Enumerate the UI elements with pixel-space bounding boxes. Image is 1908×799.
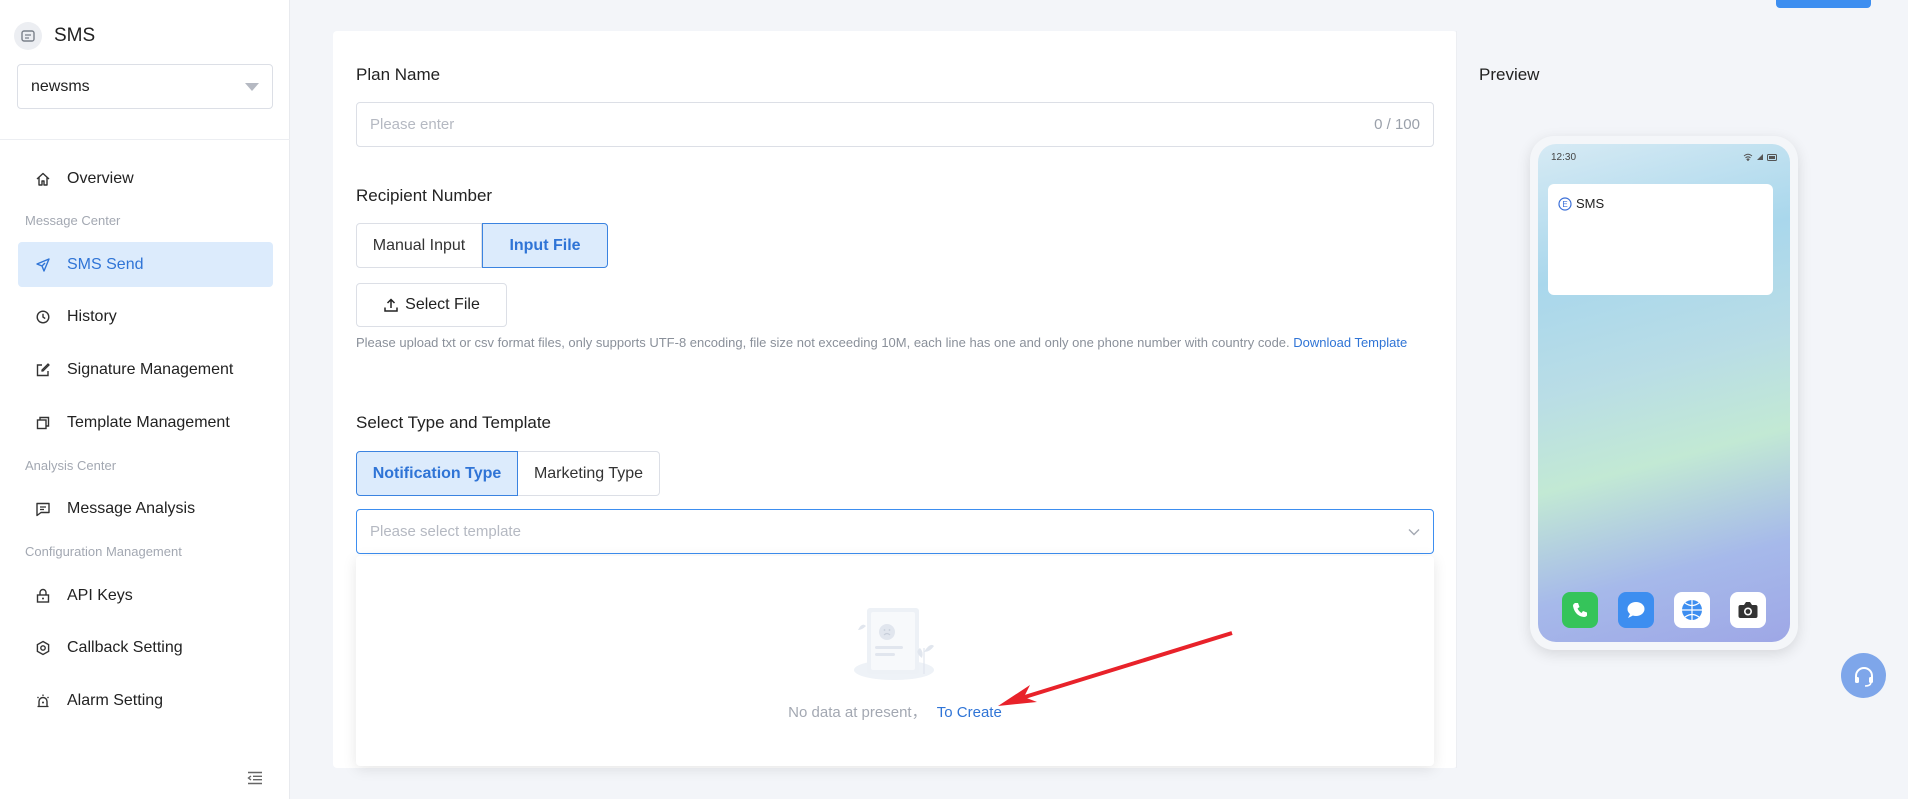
chevron-down-icon [1408, 528, 1420, 535]
sidebar-item-label: Overview [67, 169, 134, 187]
upload-hint-text: Please upload txt or csv format files, o… [356, 335, 1290, 350]
message-preview-header: E SMS [1558, 196, 1604, 211]
sidebar-item-label: Callback Setting [67, 638, 183, 656]
home-icon [36, 172, 50, 186]
select-file-button[interactable]: Select File [356, 283, 507, 327]
copy-icon [36, 416, 50, 429]
input-file-tab[interactable]: Input File [482, 223, 608, 268]
recipient-mode-toggle: Manual Input Input File [356, 223, 608, 268]
wifi-icon [1743, 153, 1753, 161]
brand: SMS [14, 22, 95, 50]
caret-down-icon [245, 82, 259, 91]
sidebar-divider [0, 139, 290, 140]
phone-preview: 12:30 E SMS [1530, 136, 1798, 650]
sidebar-item-api-keys[interactable]: API Keys [18, 573, 273, 618]
phone-dock [1538, 592, 1790, 628]
sidebar-item-history[interactable]: History [18, 294, 273, 339]
sender-badge-icon: E [1558, 196, 1572, 211]
sidebar-item-message-analysis[interactable]: Message Analysis [18, 486, 273, 531]
template-type-toggle: Notification Type Marketing Type [356, 451, 660, 496]
customer-support-button[interactable] [1841, 653, 1886, 698]
plan-name-label: Plan Name [356, 65, 441, 84]
sidebar: SMS newsms Overview Message Center SMS S… [0, 0, 290, 799]
settings-hexagon-icon [36, 640, 50, 655]
camera-app-icon [1730, 592, 1766, 628]
edit-icon [36, 362, 50, 376]
battery-icon [1767, 153, 1777, 161]
empty-state: No data at present， To Create [356, 701, 1434, 722]
section-configuration-management: Configuration Management [25, 544, 182, 559]
sidebar-item-template[interactable]: Template Management [18, 400, 273, 445]
sidebar-item-callback[interactable]: Callback Setting [18, 625, 273, 670]
workspace-select[interactable]: newsms [17, 64, 273, 109]
download-template-link[interactable]: Download Template [1293, 335, 1407, 350]
upload-icon [384, 298, 398, 312]
section-message-center: Message Center [25, 213, 121, 228]
brand-title: SMS [54, 25, 96, 46]
status-time: 12:30 [1551, 152, 1577, 163]
sidebar-item-label: Template Management [67, 413, 230, 431]
messages-app-icon [1618, 592, 1654, 628]
notification-type-tab[interactable]: Notification Type [356, 451, 518, 496]
browser-app-icon [1674, 592, 1710, 628]
template-dropdown: No data at present， To Create [356, 556, 1434, 766]
select-file-label: Select File [405, 296, 480, 313]
marketing-type-tab[interactable]: Marketing Type [518, 451, 660, 496]
history-icon [36, 309, 50, 324]
top-action-button[interactable] [1776, 0, 1871, 8]
svg-text:E: E [1562, 200, 1567, 209]
template-select[interactable]: Please select template [356, 509, 1434, 554]
sidebar-item-label: SMS Send [67, 255, 144, 273]
sidebar-item-label: Signature Management [67, 360, 234, 378]
to-create-link[interactable]: To Create [937, 704, 1002, 721]
phone-app-icon [1562, 592, 1598, 628]
template-select-placeholder: Please select template [370, 523, 521, 540]
empty-document-icon [854, 608, 934, 680]
signal-icon [1757, 154, 1763, 160]
sidebar-item-alarm[interactable]: Alarm Setting [18, 678, 273, 723]
sidebar-item-label: History [67, 307, 117, 325]
send-icon [36, 257, 50, 272]
workspace-select-value: newsms [31, 77, 90, 95]
sms-logo-icon [14, 22, 42, 50]
message-preview-card: E SMS [1548, 184, 1773, 295]
preview-title: Preview [1479, 65, 1540, 84]
upload-hint: Please upload txt or csv format files, o… [356, 331, 1416, 354]
plan-name-input[interactable]: Please enter 0 / 100 [356, 102, 1434, 147]
sidebar-item-sms-send[interactable]: SMS Send [18, 242, 273, 287]
collapse-sidebar-icon[interactable] [247, 771, 263, 785]
lock-icon [36, 588, 50, 603]
empty-state-text: No data at present， [788, 704, 927, 721]
headset-icon [1854, 666, 1873, 687]
preview-divider [1456, 31, 1457, 768]
sidebar-item-label: API Keys [67, 586, 133, 604]
section-analysis-center: Analysis Center [25, 458, 117, 473]
message-preview-sender: SMS [1576, 196, 1605, 211]
sidebar-item-label: Message Analysis [67, 499, 196, 517]
alarm-icon [37, 694, 49, 707]
manual-input-tab[interactable]: Manual Input [356, 223, 482, 268]
message-icon [36, 502, 50, 516]
plan-name-counter: 0 / 100 [1374, 116, 1420, 133]
sidebar-item-overview[interactable]: Overview [18, 156, 273, 201]
status-icons [1743, 153, 1778, 161]
sidebar-item-label: Alarm Setting [67, 691, 164, 709]
plan-name-placeholder: Please enter [370, 116, 455, 133]
phone-screen: 12:30 E SMS [1538, 144, 1790, 642]
type-template-label: Select Type and Template [356, 413, 552, 432]
recipient-number-label: Recipient Number [356, 186, 493, 205]
sidebar-item-signature[interactable]: Signature Management [18, 347, 273, 392]
